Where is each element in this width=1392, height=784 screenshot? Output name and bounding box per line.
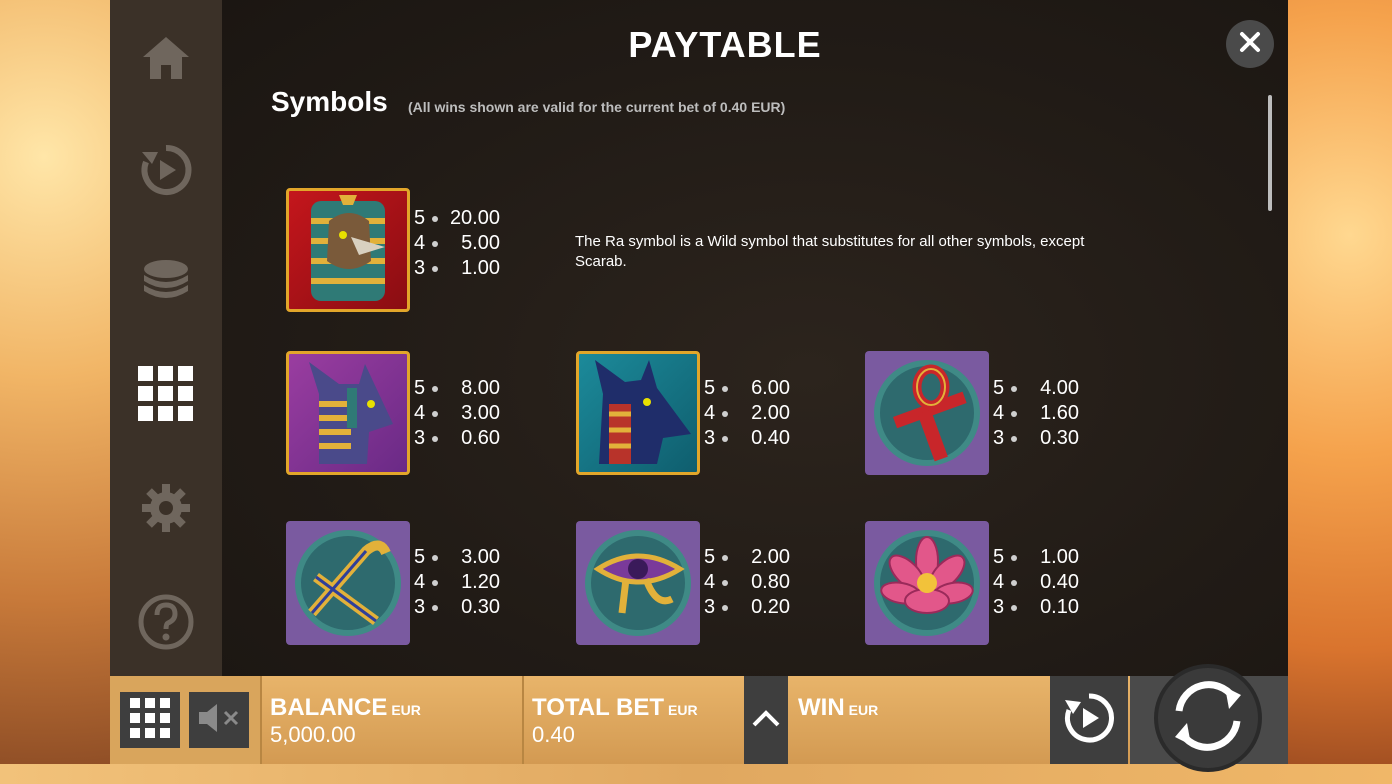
sidebar-menu (110, 0, 222, 676)
paytable-crook-flail: 5 3.00 4 1.20 3 0.30 (414, 546, 500, 618)
game-background-right (1286, 0, 1392, 784)
sidebar-item-help[interactable] (110, 582, 222, 662)
replay-icon (138, 142, 194, 198)
sound-button[interactable] (189, 692, 249, 748)
total-bet-box[interactable]: TOTAL BET EUR 0.40 (522, 676, 744, 764)
paytable-ankh: 5 4.00 4 1.60 3 0.30 (993, 377, 1079, 449)
section-title: Symbols (271, 86, 388, 117)
bastet-cat-icon (309, 362, 393, 464)
close-button[interactable] (1226, 20, 1274, 68)
ankh-icon (874, 360, 980, 466)
balance-label: BALANCE (270, 694, 388, 721)
eye-of-horus-icon (585, 530, 691, 636)
symbol-lotus (865, 521, 989, 645)
sidebar-item-bet[interactable] (110, 242, 222, 322)
close-icon (1239, 31, 1261, 58)
ra-falcon-icon (311, 195, 385, 301)
section-note: (All wins shown are valid for the curren… (408, 99, 786, 115)
paytable-lotus: 5 1.00 4 0.40 3 0.10 (993, 546, 1079, 618)
total-bet-label: TOTAL BET (532, 694, 664, 721)
scrollbar[interactable] (1268, 95, 1272, 211)
menu-grid-icon (130, 697, 170, 743)
autoplay-button[interactable] (1050, 676, 1128, 764)
balance-currency: EUR (391, 702, 421, 718)
bottom-bar: BALANCE EUR 5,000.00 TOTAL BET EUR 0.40 WI… (110, 676, 1288, 764)
sidebar-item-replay[interactable] (110, 130, 222, 210)
home-icon (139, 33, 193, 83)
wild-description: The Ra symbol is a Wild symbol that subs… (575, 233, 1085, 270)
win-currency: EUR (848, 702, 879, 718)
symbol-anubis (576, 351, 700, 475)
menu-button[interactable] (120, 692, 180, 748)
paytable-panel: PAYTABLE Symbols (All wins shown are val… (222, 0, 1288, 676)
spin-icon (1167, 675, 1249, 762)
sidebar-item-home[interactable] (110, 18, 222, 98)
win-label: WIN (798, 694, 845, 721)
crook-flail-icon (295, 530, 401, 636)
symbol-bastet (286, 351, 410, 475)
paytable-eye-of-horus: 5 2.00 4 0.80 3 0.20 (704, 546, 790, 618)
page-title: PAYTABLE (628, 24, 822, 65)
paytable-bastet: 5 8.00 4 3.00 3 0.60 (414, 377, 500, 449)
symbol-ra-wild (286, 188, 410, 312)
paytable-ra: 5 20.00 4 5.00 3 1.00 (414, 207, 500, 279)
coins-icon (139, 255, 193, 309)
win-box: WIN EUR (790, 676, 1048, 764)
paytable-anubis: 5 6.00 4 2.00 3 0.40 (704, 377, 790, 449)
symbol-eye-of-horus (576, 521, 700, 645)
bottom-left-controls (110, 676, 260, 764)
balance-box: BALANCE EUR 5,000.00 (260, 676, 524, 764)
symbol-crook-flail (286, 521, 410, 645)
autoplay-icon (1063, 692, 1115, 749)
symbol-ankh (865, 351, 989, 475)
sidebar-item-paytable[interactable] (110, 354, 222, 434)
anubis-jackal-icon (595, 360, 691, 464)
lotus-flower-icon (874, 530, 980, 636)
game-background-bottom (0, 764, 1392, 784)
spin-button[interactable] (1154, 664, 1262, 772)
chevron-up-icon (751, 708, 781, 733)
total-bet-currency: EUR (668, 702, 698, 718)
balance-value: 5,000.00 (270, 722, 356, 747)
paytable-grid-icon (138, 366, 194, 422)
sidebar-item-settings[interactable] (110, 468, 222, 548)
help-icon (137, 593, 195, 651)
game-background-left (0, 0, 110, 784)
total-bet-value: 0.40 (532, 722, 575, 747)
settings-gear-icon (140, 482, 192, 534)
sound-muted-icon (197, 702, 241, 739)
bet-increase-button[interactable] (744, 676, 788, 764)
